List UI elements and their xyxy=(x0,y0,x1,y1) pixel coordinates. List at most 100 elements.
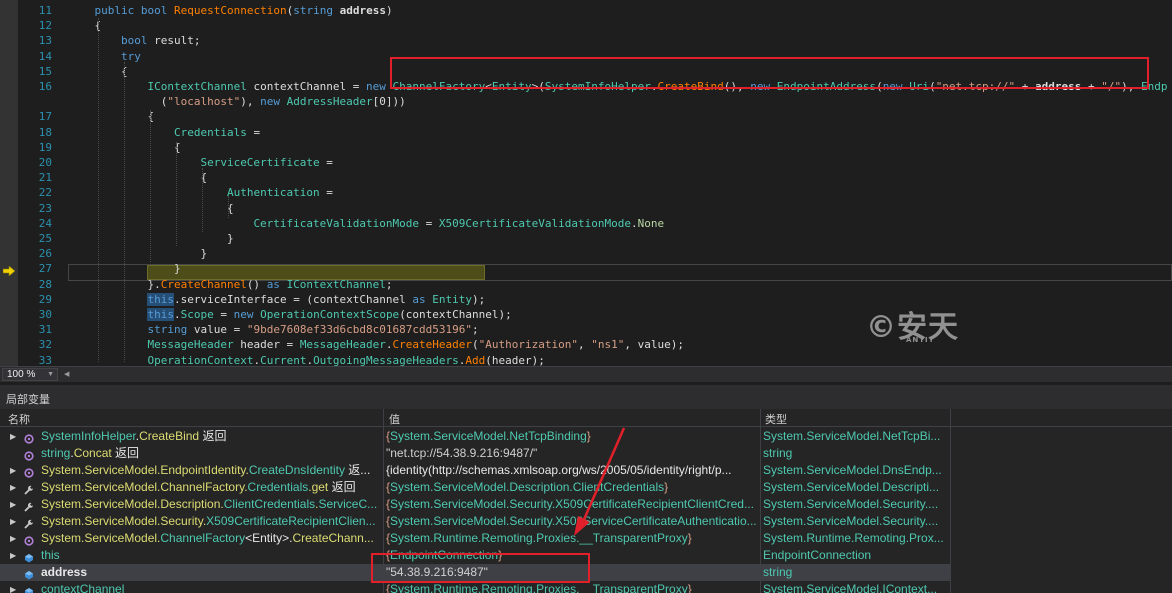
cell-type: System.ServiceModel.Security.... xyxy=(763,497,939,511)
code-line[interactable]: 11 public bool RequestConnection(string … xyxy=(0,3,1172,18)
table-row[interactable]: ▶ System.ServiceModel.ChannelFactory<Enti… xyxy=(0,530,950,547)
code-line[interactable]: 12 { xyxy=(0,18,1172,33)
code-token: = xyxy=(419,216,439,230)
code-token: . xyxy=(173,308,181,321)
expand-arrow-icon[interactable]: ▶ xyxy=(10,428,16,445)
property-wrench-icon xyxy=(24,500,34,512)
code-line[interactable]: 32 MessageHeader header = MessageHeader.… xyxy=(0,337,1172,352)
property-wrench-icon xyxy=(24,483,34,495)
name-token: ClientCredentials xyxy=(223,497,316,511)
name-token: Credentials xyxy=(247,480,309,494)
watermark-sub: ANTIY xyxy=(906,336,935,344)
code-line[interactable]: 26 } xyxy=(0,246,1172,261)
column-divider xyxy=(760,427,761,593)
name-token: 返回 xyxy=(111,446,140,460)
column-separator[interactable] xyxy=(383,409,384,427)
name-token: <Entity>. xyxy=(245,531,293,545)
code-line[interactable]: 30 this.Scope = new OperationContextScop… xyxy=(0,307,1172,322)
code-token: "ns1" xyxy=(591,338,625,352)
name-token: 返回 xyxy=(199,429,227,443)
expand-arrow-icon[interactable]: ▶ xyxy=(10,513,16,530)
cell-name: ▶ SystemInfoHelper.CreateBind 返回 xyxy=(0,428,383,445)
code-line[interactable]: 33 OperationContext.Current.OutgoingMess… xyxy=(0,353,1172,366)
code-line[interactable]: 13 bool result; xyxy=(0,33,1172,48)
line-number: 31 xyxy=(38,323,52,337)
value-token: } xyxy=(687,531,692,545)
column-value[interactable]: 值 xyxy=(389,411,400,427)
expand-arrow-icon[interactable]: ▶ xyxy=(10,547,16,564)
code-token: Credentials xyxy=(173,125,247,139)
expand-arrow-icon[interactable]: ▶ xyxy=(10,496,16,513)
code-token: OperationContextScope xyxy=(260,308,400,321)
field-cube-icon xyxy=(24,585,34,593)
code-token: } xyxy=(68,247,208,261)
code-token: IContextChannel xyxy=(147,80,247,93)
indent-guide xyxy=(150,110,151,262)
cell-name: ▶ contextChannel xyxy=(0,581,383,593)
expand-arrow-icon[interactable]: ▶ xyxy=(10,479,16,496)
code-token: "Authorization" xyxy=(478,338,578,352)
variable-name: SystemInfoHelper.CreateBind 返回 xyxy=(41,428,226,445)
code-token: Current xyxy=(260,353,307,366)
code-editor[interactable]: 11 public bool RequestConnection(string … xyxy=(0,0,1172,366)
editor-status-strip: 100 % ▼ ◀ xyxy=(0,366,1172,382)
zoom-dropdown[interactable]: 100 % ▼ xyxy=(2,368,58,381)
name-token: System.ServiceModel.EndpointIdentity. xyxy=(41,463,249,477)
cell-type: System.Runtime.Remoting.Prox... xyxy=(763,531,944,545)
column-separator[interactable] xyxy=(950,409,951,427)
value-token: System.Runtime.Remoting.Proxies.__Transp… xyxy=(390,582,688,593)
code-line[interactable]: 17 { xyxy=(0,109,1172,124)
expand-arrow-icon[interactable]: ▶ xyxy=(10,462,16,479)
line-number: 20 xyxy=(38,156,52,169)
code-token: address xyxy=(339,4,386,17)
table-row[interactable]: ▶ System.ServiceModel.Security.X509Certif… xyxy=(0,513,950,530)
code-text: OperationContext.Current.OutgoingMessage… xyxy=(68,353,544,366)
code-token: , value); xyxy=(624,338,684,352)
code-line[interactable]: ("localhost"), new AddressHeader[0])) xyxy=(0,94,1172,109)
code-token: as xyxy=(266,277,280,291)
variable-name: System.ServiceModel.Description.ClientCr… xyxy=(41,496,377,513)
code-token: string xyxy=(293,4,333,17)
value-token: System.ServiceModel.NetTcpBinding xyxy=(390,429,587,443)
column-type[interactable]: 类型 xyxy=(765,411,787,427)
line-number: 30 xyxy=(38,308,52,321)
code-text: Authentication = xyxy=(68,185,333,200)
cell-type: System.ServiceModel.Security.... xyxy=(763,514,939,528)
code-token: .serviceInterface = (contextChannel xyxy=(173,292,413,306)
code-line[interactable]: 31 string value = "9bde7608ef33d6cbd8c01… xyxy=(0,322,1172,337)
variable-name: System.ServiceModel.ChannelFactory.Crede… xyxy=(41,479,356,496)
expand-arrow-icon[interactable]: ▶ xyxy=(10,581,16,593)
cell-type: EndpointConnection xyxy=(763,548,872,562)
column-separator[interactable] xyxy=(760,409,761,427)
code-line[interactable]: 29 this.serviceInterface = (contextChann… xyxy=(0,292,1172,307)
code-line[interactable]: 18 Credentials = xyxy=(0,125,1172,140)
code-token: OutgoingMessageHeaders xyxy=(313,353,459,366)
value-token: } xyxy=(687,582,692,593)
line-number: 32 xyxy=(38,338,52,352)
scroll-left-icon[interactable]: ◀ xyxy=(64,370,69,378)
annotation-arrow-icon xyxy=(574,427,626,536)
code-token: ) xyxy=(385,4,393,17)
table-row[interactable]: ▶ System.ServiceModel.Description.ClientC… xyxy=(0,496,950,513)
code-line[interactable]: 28 }.CreateChannel() as IContextChannel; xyxy=(0,277,1172,292)
column-name[interactable]: 名称 xyxy=(8,411,30,427)
code-token: ); xyxy=(472,292,486,306)
code-token: = xyxy=(319,156,333,169)
table-row[interactable]: ▶ System.ServiceModel.EndpointIdentity.Cr… xyxy=(0,462,950,479)
column-divider xyxy=(950,427,951,593)
table-row[interactable]: ▶ System.ServiceModel.ChannelFactory.Cred… xyxy=(0,479,950,496)
table-row[interactable]: string.Concat 返回 "net.tcp://54.38.9.216:9… xyxy=(0,445,950,462)
name-token: 返... xyxy=(344,463,371,477)
expand-arrow-icon[interactable]: ▶ xyxy=(10,530,16,547)
table-row[interactable]: ▶ SystemInfoHelper.CreateBind 返回 {System.S… xyxy=(0,428,950,445)
code-line[interactable]: 27 } xyxy=(0,261,1172,276)
name-token: this xyxy=(41,548,60,562)
